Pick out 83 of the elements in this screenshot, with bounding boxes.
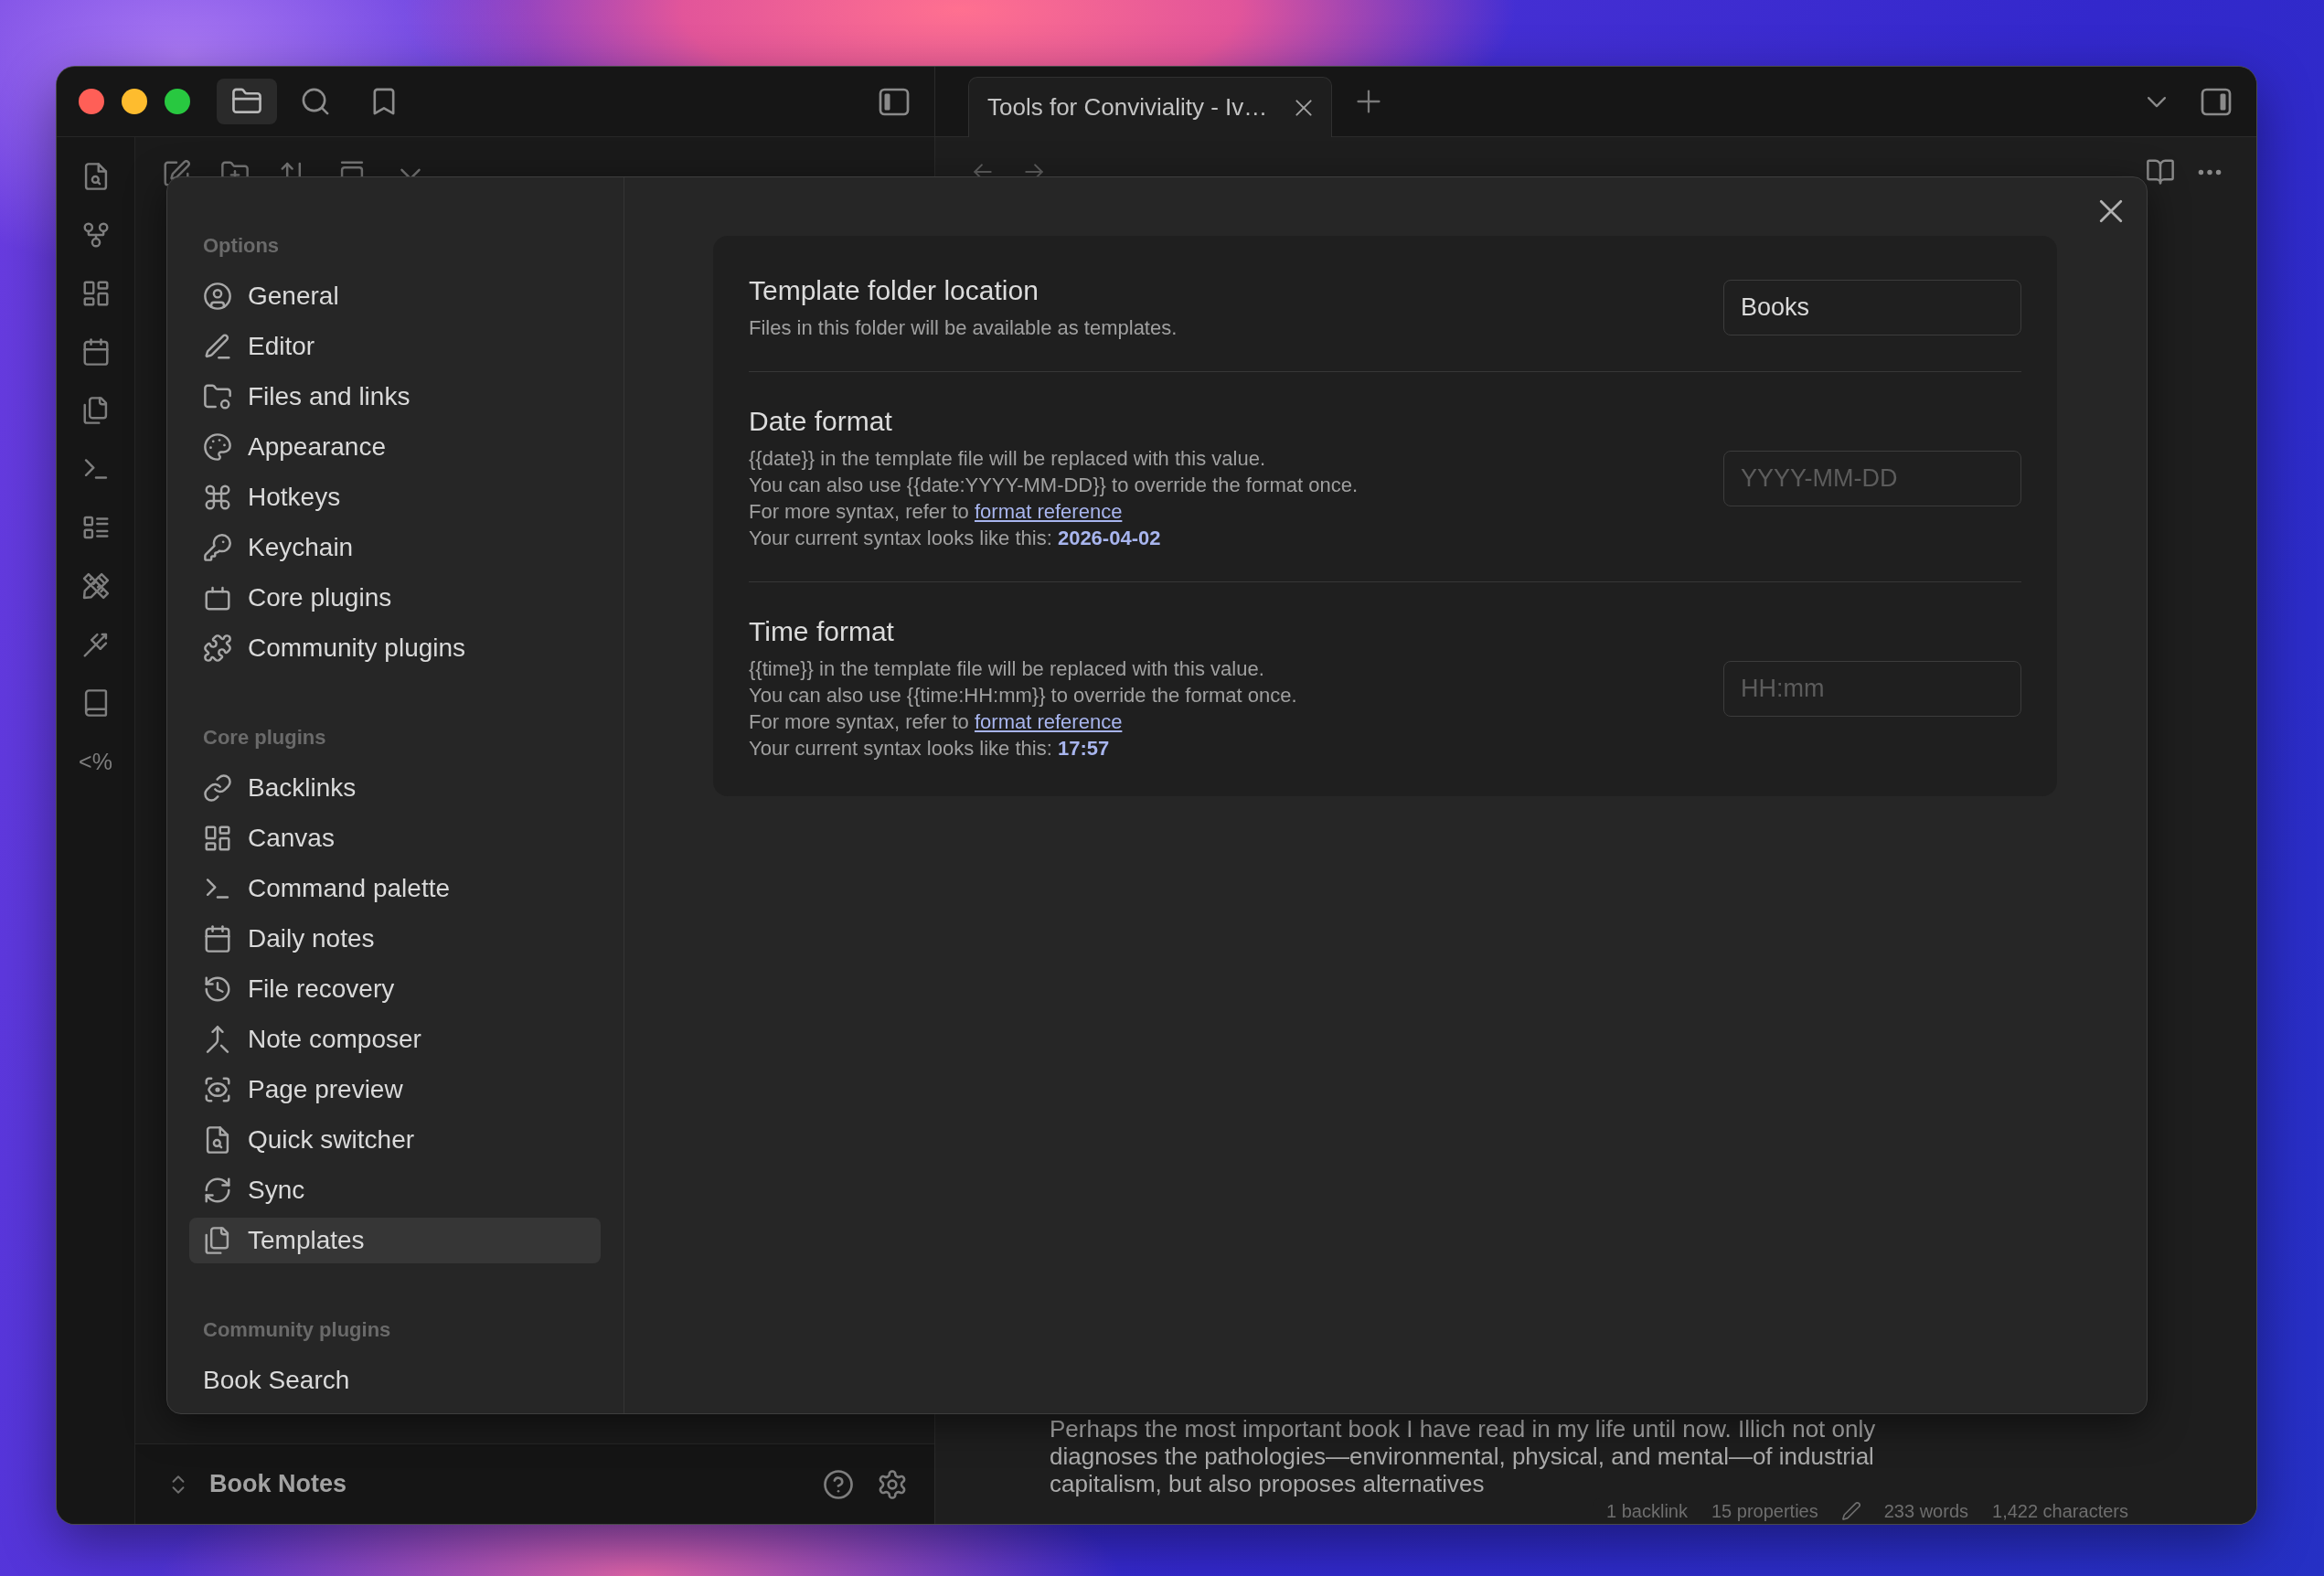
setting-description: For more syntax, refer to format reference [749,499,1124,525]
pencil-ruler-icon[interactable] [81,572,110,600]
sidebar-toggle-icon[interactable] [2200,86,2233,117]
setting-description: {{time}} in the template file will be replaced with this value. [749,656,1265,682]
setting-name: Date format [749,405,893,438]
user-circle-icon [204,282,231,310]
settings-nav-item[interactable]: Sync [189,1167,601,1213]
settings-nav-item[interactable]: Core plugins [189,575,601,621]
settings-icon[interactable] [878,1469,907,1499]
settings-nav-item[interactable]: General [189,273,601,319]
settings-nav-item[interactable]: Files and links [189,374,601,420]
settings-section-title: Community plugins [202,1317,392,1343]
copy-icon[interactable] [81,397,110,424]
setting-description: Your current syntax looks like this: 17:57 [749,736,1111,761]
eye-scan-icon [204,1076,231,1103]
word-count: 233 words [1883,1500,1968,1522]
text-input[interactable]: Books [1723,280,2021,335]
setting-description: Files in this folder will be available as templates. [749,315,1178,341]
settings-nav-item[interactable]: Note composer [189,1017,601,1062]
history-icon [204,975,231,1003]
text-input[interactable]: YYYY-MM-DD [1723,450,2021,506]
settings-nav-item[interactable]: Command palette [189,866,601,911]
setting-description: You can also use {{date:YYYY-MM-DD}} to override the format once. [749,473,1359,498]
calendar-icon [204,925,231,953]
settings-nav-item[interactable]: Keychain [189,525,601,570]
help-icon[interactable] [824,1469,853,1499]
key-icon [204,534,231,561]
setting-description: You can also use {{time:HH:mm}} to override the format once. [749,683,1298,708]
settings-nav-item[interactable]: Page preview [189,1067,601,1113]
puzzle-icon [204,634,231,662]
setting-description: Your current syntax looks like this: 2026-04-02 [749,526,1162,551]
dashboard-icon[interactable] [81,280,110,307]
pencil-icon [204,333,231,360]
branch-icon[interactable] [81,221,110,249]
ribbon-button[interactable]: <% [79,748,112,775]
settings-nav-item[interactable]: Daily notes [189,916,601,962]
format-reference-link[interactable]: format reference [974,710,1123,733]
calendar-icon[interactable] [81,338,110,366]
settings-nav-item[interactable]: Backlinks [189,765,601,811]
search-icon [301,87,330,116]
settings-nav-item[interactable]: Community plugins [189,625,601,671]
folder-icon [232,87,261,116]
sync-icon [204,1177,231,1204]
settings-nav-item[interactable]: Canvas [189,815,601,861]
trident-icon[interactable] [81,631,110,658]
copy-icon [204,1227,231,1254]
settings-section-title: Core plugins [202,725,327,751]
sidebar-toggle-icon[interactable] [878,86,911,117]
folder-tab[interactable] [217,79,277,124]
character-count: 1,422 characters [1992,1500,2128,1522]
setting-name: Time format [749,615,895,648]
setting-description: For more syntax, refer to format reference [749,709,1124,735]
box-icon [204,584,231,612]
settings-nav-item[interactable]: Quick switcher [189,1117,601,1163]
settings-nav-item[interactable]: Editor [189,324,601,369]
settings-nav-item[interactable]: File recovery [189,966,601,1012]
window-maximize-button[interactable] [165,89,190,114]
settings-nav-item[interactable]: Appearance [189,424,601,470]
folder-gear-icon [204,383,231,410]
book-open-icon[interactable] [2147,158,2174,186]
file-search-icon [204,1126,231,1154]
more-options-icon[interactable] [2198,168,2222,176]
setting-description: {{date}} in the template file will be replaced with this value. [749,446,1267,472]
merge-arrow-icon [204,1026,231,1053]
settings-nav-item[interactable]: Hotkeys [189,474,601,520]
pencil-icon[interactable] [1841,1502,1860,1520]
plus-icon[interactable] [1356,89,1382,114]
checklist-icon[interactable] [81,514,110,541]
command-key-icon [204,484,231,511]
vault-name[interactable]: Book Notes [209,1470,347,1498]
settings-nav-item[interactable]: Templates [189,1218,601,1263]
palette-icon [204,433,231,461]
text-input[interactable]: HH:mm [1723,660,2021,717]
settings-nav-item[interactable]: Book Search [189,1358,601,1403]
dashboard-icon [204,825,231,852]
link-icon [204,774,231,802]
settings-section-title: Options [202,233,281,259]
window-minimize-button[interactable] [122,89,147,114]
format-reference-link[interactable]: format reference [974,500,1123,523]
note-paragraph: Perhaps the most important book I have read in my life until now. Illich not only diagnoses the pathologies—environmental, physical, and mental—of industrial capitalism, but also proposes alternatives [1050,1415,1877,1497]
window-close-button[interactable] [79,89,104,114]
note-tab[interactable]: Tools for Conviviality - Iv… [968,77,1333,137]
setting-name: Template folder location [749,274,1039,307]
